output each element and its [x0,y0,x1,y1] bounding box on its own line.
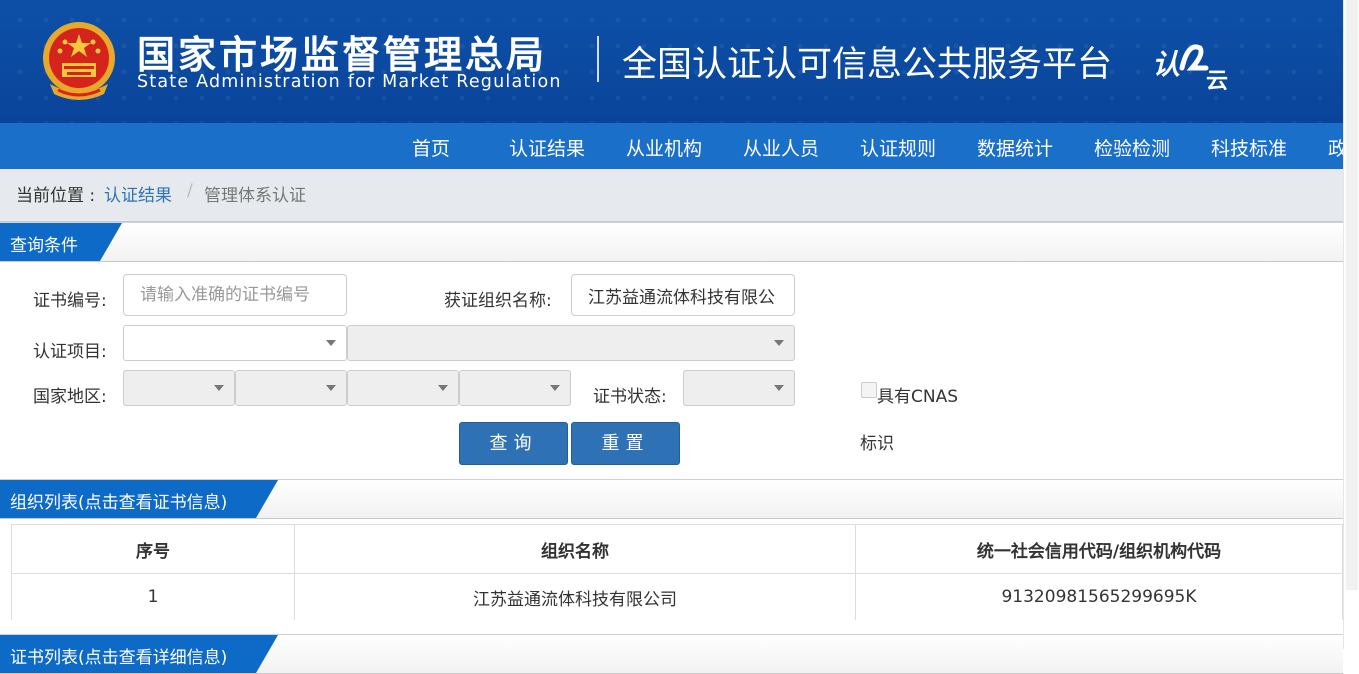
breadcrumb-current: 管理体系认证 [204,186,306,206]
chevron-down-icon [550,385,560,391]
chevron-down-icon [326,340,336,346]
logo-char-ren: 认 [1152,48,1180,81]
agency-title-en: State Administration for Market Regulati… [137,72,562,92]
spacer [0,620,1343,634]
breadcrumb [0,169,1343,222]
table-header-row: 序号 组织名称 统一社会信用代码/组织机构代码 [11,524,1343,574]
cert-no-input[interactable] [123,274,347,316]
region-select-district[interactable] [459,370,571,406]
status-select[interactable] [683,370,795,406]
cnas-label-cont: 标识 [860,434,894,454]
nav-item-policy[interactable]: 政 [1328,134,1343,161]
region-select-country[interactable] [123,370,235,406]
search-button[interactable]: 查询 [459,422,568,465]
row-org-name[interactable]: 江苏益通流体科技有限公司 [294,573,856,621]
breadcrumb-link-cert-results[interactable]: 认证结果 [104,181,172,206]
breadcrumb-prefix: 当前位置 : [16,186,96,206]
region-select-province[interactable] [235,370,347,406]
chevron-down-icon [214,385,224,391]
row-credit-code: 91320981565299695K [855,573,1343,621]
query-section-header: 查询条件 [0,222,1343,262]
nav-item-cert-results[interactable]: 认证结果 [509,134,585,161]
nav-item-standards[interactable]: 科技标准 [1211,134,1287,161]
chevron-down-icon [438,385,448,391]
chevron-down-icon [774,385,784,391]
query-section-tab: 查询条件 [0,223,122,261]
nav-item-home[interactable]: 首页 [412,134,450,161]
cnas-checkbox[interactable] [861,382,877,398]
cnas-label: 具有CNAS [877,387,959,407]
row-index: 1 [11,573,295,621]
cert-no-label: 证书编号: [33,291,107,311]
region-label: 国家地区: [33,387,107,407]
org-list-table: 序号 组织名称 统一社会信用代码/组织机构代码 1 江苏益通流体科技有限公司 9… [11,524,1343,621]
nav-item-inspection[interactable]: 检验检测 [1094,134,1170,161]
project-select[interactable] [123,325,347,361]
platform-title: 全国认证认可信息公共服务平台 [622,45,1113,85]
column-header-credit-code: 统一社会信用代码/组织机构代码 [855,524,1343,574]
chevron-down-icon [774,340,784,346]
national-emblem-icon [43,22,115,100]
agency-title-cn: 国家市场监督管理总局 [137,33,548,77]
query-section-title: 查询条件 [10,236,78,256]
status-label: 证书状态: [593,387,667,407]
org-list-section-tab: 组织列表(点击查看证书信息) [0,480,278,518]
scrollbar-thumb[interactable] [1346,0,1358,590]
nav-item-institutions[interactable]: 从业机构 [626,134,702,161]
chevron-down-icon [326,385,336,391]
org-name-input[interactable] [571,274,795,316]
breadcrumb-separator: / [187,181,193,201]
region-select-city[interactable] [347,370,459,406]
nav-item-statistics[interactable]: 数据统计 [977,134,1053,161]
main-nav: 首页 认证结果 从业机构 从业人员 认证规则 数据统计 检验检测 科技标准 政 [0,123,1343,169]
nav-item-personnel[interactable]: 从业人员 [743,134,819,161]
cert-list-section-header: 证书列表(点击查看详细信息) [0,634,1343,674]
cert-list-section-title: 证书列表(点击查看详细信息) [10,648,228,668]
org-list-section-header: 组织列表(点击查看证书信息) [0,479,1343,519]
column-header-index: 序号 [11,524,295,574]
org-list-section-title: 组织列表(点击查看证书信息) [10,493,228,513]
site-header: 国家市场监督管理总局 State Administration for Mark… [0,0,1343,123]
cert-list-section-tab: 证书列表(点击查看详细信息) [0,635,278,673]
project-sub-select[interactable] [347,325,795,361]
column-header-org-name: 组织名称 [294,524,856,574]
renyun-logo-icon: 认 云 [1152,44,1228,90]
org-name-label: 获证组织名称: [444,291,552,311]
project-label: 认证项目: [33,342,107,362]
reset-button[interactable]: 重置 [571,422,680,465]
header-divider [597,36,599,82]
logo-char-yun: 云 [1206,69,1228,90]
nav-item-rules[interactable]: 认证规则 [860,134,936,161]
table-row[interactable]: 1 江苏益通流体科技有限公司 91320981565299695K [11,573,1343,621]
